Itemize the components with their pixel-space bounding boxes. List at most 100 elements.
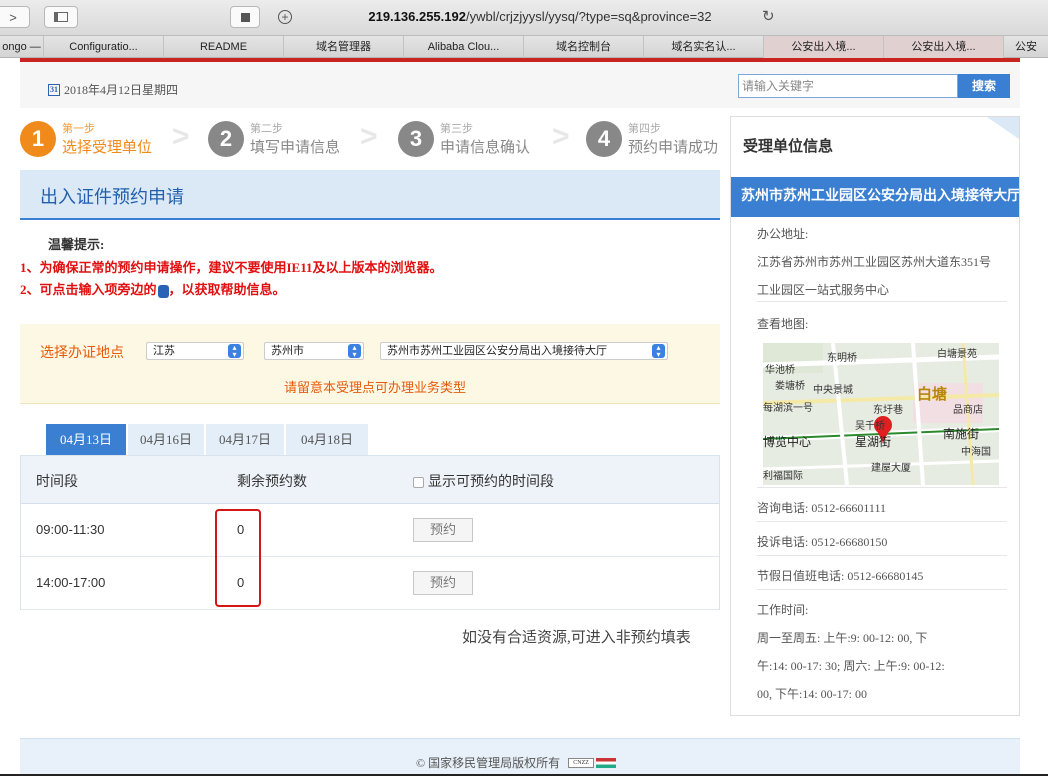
copyright-text: © 国家移民管理局版权所有	[416, 756, 561, 770]
url-host: 219.136.255.192	[368, 9, 466, 24]
current-date: 31 2018年4月12日星期四	[48, 81, 178, 98]
step-3: 3 第三步 申请信息确认	[398, 120, 530, 157]
bookmark-item[interactable]: 域名实名认...	[644, 36, 764, 58]
divider	[757, 589, 1007, 590]
footer-content: © 国家移民管理局版权所有 CNZZ	[416, 754, 617, 771]
map-label-text: 吴千桥	[855, 421, 885, 432]
reload-icon[interactable]: ↻	[762, 6, 775, 28]
location-selector: 选择办证地点 江苏 ▴ ▾ 苏州市 ▴ ▾ 苏州市苏州工业园区公安分局出入境接待大厅 ▴ ▾…	[20, 324, 720, 404]
chevron-right-icon: >	[360, 120, 378, 153]
tab-date-3[interactable]: 04月17日	[206, 424, 284, 455]
province-value: 江苏	[153, 345, 175, 357]
map-label-text: 娄塘桥	[775, 381, 805, 392]
bookmark-item[interactable]: Alibaba Clou...	[404, 36, 524, 58]
hours-line-1: 周一至周五: 上午:9: 00-12: 00, 下	[757, 631, 928, 645]
divider	[757, 301, 1007, 302]
city-select[interactable]: 苏州市 ▴ ▾	[264, 342, 364, 360]
map-label-text: 星湖街	[855, 435, 892, 449]
checkbox[interactable]	[413, 477, 424, 489]
help-icon	[157, 284, 169, 298]
province-select[interactable]: 江苏 ▴ ▾	[146, 342, 244, 360]
office-select[interactable]: 苏州市苏州工业园区公安分局出入境接待大厅 ▴ ▾	[380, 342, 668, 360]
step-4: 4 第四步 预约申请成功	[586, 120, 718, 157]
map-label-text: 博览中心	[763, 435, 812, 449]
tips-heading: 温馨提示:	[48, 237, 105, 252]
hours-line-3: 00, 下午:14: 00-17: 00	[757, 687, 867, 701]
bookmark-item[interactable]: 公安出入境...	[764, 36, 884, 58]
step-number: 1	[20, 120, 56, 157]
hours-label: 工作时间:	[757, 603, 809, 617]
book-button[interactable]: 预约	[413, 571, 473, 595]
new-tab-button[interactable]: +	[272, 6, 298, 28]
non-reservation-link[interactable]: 如没有合适资源,可进入非预约填表	[462, 626, 691, 647]
page-title: 出入证件预约申请	[40, 187, 184, 207]
location-label: 选择办证地点	[40, 346, 124, 361]
bookmark-item[interactable]: ongo —	[0, 36, 44, 58]
step-label: 申请信息确认	[440, 140, 531, 156]
reader-button[interactable]	[230, 6, 260, 28]
table-header: 时间段 剩余预约数 显示可预约的时间段	[21, 456, 719, 504]
chevron-right-icon: >	[552, 120, 570, 153]
map-label-text: 东圩巷	[873, 405, 903, 416]
step-number: 2	[208, 120, 244, 157]
panel-header: 受理单位信息	[731, 117, 1019, 169]
sidebar-toggle-button[interactable]	[44, 6, 78, 28]
hours-line-2: 午:14: 00-17: 30; 周六: 上午:9: 00-12:	[757, 659, 945, 673]
step-number: 3	[398, 120, 434, 157]
location-map[interactable]: 东明桥 白塘景苑 华池桥 娄塘桥 中央景城 白塘 每湖滨一号 东圩巷 品商店 吴…	[763, 343, 999, 485]
city-value: 苏州市	[271, 345, 304, 357]
stats-icon	[596, 757, 617, 768]
cnzz-badge[interactable]: CNZZ	[568, 757, 595, 768]
tab-date-2[interactable]: 04月16日	[128, 424, 204, 455]
row-period: 09:00-11:30	[36, 522, 105, 537]
map-label-text: 每湖滨一号	[763, 403, 813, 414]
map-label-text: 利福国际	[763, 471, 803, 482]
step-label: 选择受理单位	[62, 140, 153, 156]
map-label-text: 白塘	[917, 386, 948, 403]
map-label-text: 中央景城	[813, 385, 853, 396]
tab-date-1[interactable]: 04月13日	[46, 424, 126, 455]
browser-toolbar: > + 219.136.255.192/ywbl/crjzjyysl/yysq/…	[0, 0, 1048, 36]
bookmark-item[interactable]: 域名管理器	[284, 36, 404, 58]
date-text: 2018年4月12日星期四	[64, 83, 179, 97]
bookmark-item[interactable]: 域名控制台	[524, 36, 644, 58]
row-period: 14:00-17:00	[36, 575, 106, 590]
search-button[interactable]: 搜索	[958, 74, 1010, 98]
select-arrow-icon: ▴ ▾	[228, 344, 241, 359]
divider	[757, 487, 1007, 488]
highlight-box	[215, 509, 261, 607]
map-label-text: 华池桥	[765, 365, 795, 376]
office-info-panel: 受理单位信息 苏州市苏州工业园区公安分局出入境接待大厅 办公地址: 江苏省苏州市…	[730, 116, 1020, 716]
divider	[757, 521, 1007, 522]
step-1: 1 第一步选择受理单位	[20, 120, 152, 157]
bookmark-item[interactable]: README	[164, 36, 284, 58]
map-label-text: 建屋大厦	[871, 463, 911, 474]
book-button[interactable]: 预约	[413, 518, 473, 542]
slots-table: 时间段 剩余预约数 显示可预约的时间段 09:00-11:30 0 预约 14:…	[20, 455, 720, 610]
address-label: 办公地址:	[757, 227, 809, 241]
bookmark-item[interactable]: Configuratio...	[44, 36, 164, 58]
map-label-text: 南施街	[943, 427, 980, 441]
url-field[interactable]: 219.136.255.192/ywbl/crjzjyysl/yysq/?typ…	[300, 6, 780, 28]
bookmark-item[interactable]: 公安	[1004, 36, 1048, 58]
bookmark-item[interactable]: 公安出入境...	[884, 36, 1004, 58]
tip-text: 2、可点击输入项旁边的	[20, 282, 157, 297]
table-row: 14:00-17:00 0 预约	[21, 557, 719, 610]
forward-button[interactable]: >	[0, 6, 30, 28]
tip-line-2: 2、可点击输入项旁边的 ，以获取帮助信息。	[20, 279, 443, 301]
chevron-right-icon: >	[172, 120, 190, 153]
step-label: 预约申请成功	[628, 140, 719, 156]
url-path: /ywbl/crjzjyysl/yysq/?type=sq&province=3…	[465, 9, 712, 24]
show-available-toggle[interactable]: 显示可预约的时间段	[413, 471, 554, 491]
tab-date-4[interactable]: 04月18日	[286, 424, 368, 455]
bookmarks-bar: ongo — Configuratio... README 域名管理器 Alib…	[0, 36, 1048, 58]
search-input[interactable]: 请输入关键字	[738, 74, 958, 98]
step-sub: 第一步	[62, 123, 95, 135]
col-show-label: 显示可预约的时间段	[428, 475, 554, 490]
tip-line-1: 1、为确保正常的预约申请操作，建议不要使用IE11及以上版本的浏览器。	[20, 260, 443, 275]
address-line-2: 工业园区一站式服务中心	[757, 283, 890, 297]
col-remaining: 剩余预约数	[237, 475, 307, 490]
divider	[757, 555, 1007, 556]
panel-heading: 受理单位信息	[743, 139, 834, 155]
reader-icon	[240, 12, 250, 22]
